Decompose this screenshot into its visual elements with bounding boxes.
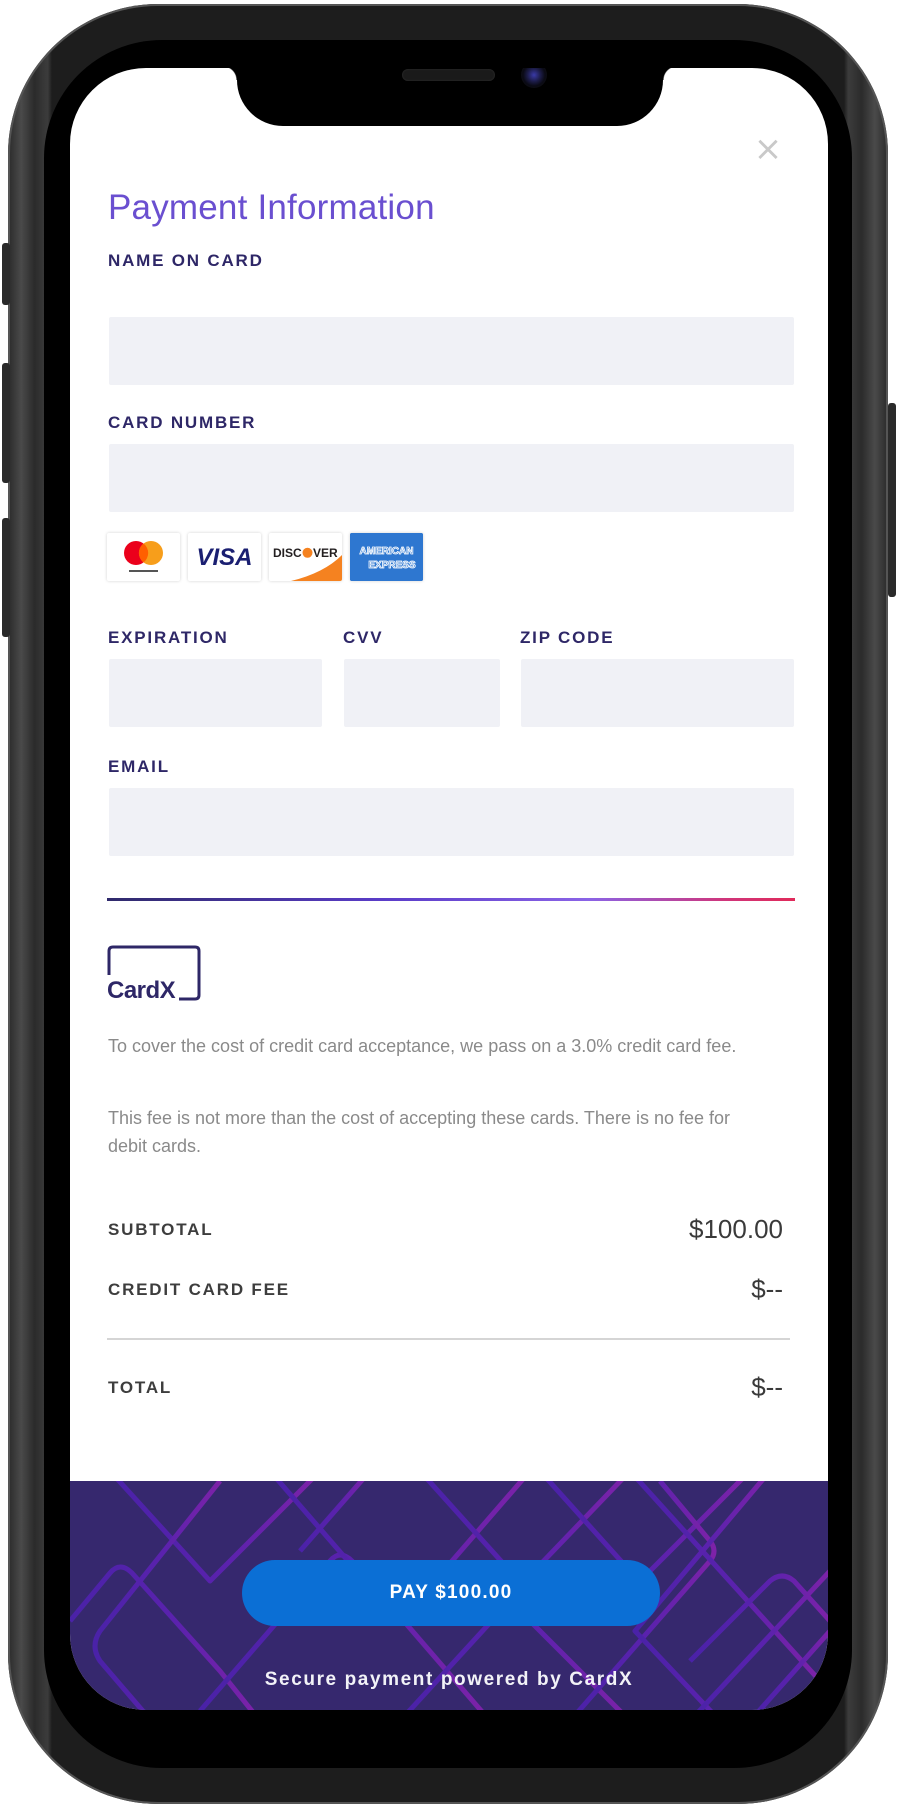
fee-disclaimer: To cover the cost of credit card accepta… bbox=[108, 1036, 737, 1056]
section-divider bbox=[107, 898, 795, 901]
credit-card-fee-value: $-- bbox=[751, 1274, 783, 1304]
expiration-field[interactable] bbox=[109, 659, 322, 727]
subtotal-label: SUBTOTAL bbox=[108, 1220, 214, 1239]
speaker-grille bbox=[402, 69, 495, 81]
amex-logo: AMERICAN EXPRESS bbox=[350, 533, 423, 581]
cvv-field[interactable] bbox=[344, 659, 500, 727]
name-on-card-label: NAME ON CARD bbox=[108, 251, 264, 270]
card-number-label: CARD NUMBER bbox=[108, 413, 257, 432]
mastercard-logo bbox=[107, 533, 180, 581]
phone-power-button bbox=[888, 403, 896, 597]
credit-card-fee-label: CREDIT CARD FEE bbox=[108, 1280, 290, 1299]
phone-notch bbox=[223, 68, 677, 126]
subtotal-value: $100.00 bbox=[689, 1214, 783, 1244]
debit-disclaimer: This fee is not more than the cost of ac… bbox=[108, 1108, 731, 1156]
zip-code-field[interactable] bbox=[521, 659, 794, 727]
discover-logo: DISC VER bbox=[269, 533, 342, 581]
card-number-field[interactable] bbox=[109, 444, 794, 512]
cardx-logo: CardX bbox=[107, 945, 202, 1004]
front-camera bbox=[521, 68, 547, 88]
phone-side-switch bbox=[2, 243, 10, 305]
powered-by-text: Secure payment powered by CardX bbox=[264, 1669, 634, 1690]
phone-volume-up bbox=[2, 363, 10, 483]
email-field[interactable] bbox=[109, 788, 794, 856]
email-label: EMAIL bbox=[108, 757, 170, 776]
total-label: TOTAL bbox=[108, 1378, 173, 1397]
svg-text:AMERICAN: AMERICAN bbox=[360, 546, 414, 557]
svg-text:DISC: DISC bbox=[273, 546, 302, 560]
payment-footer: PAY $100.00 Secure payment powered by Ca… bbox=[70, 1481, 828, 1710]
phone-volume-down bbox=[2, 518, 10, 637]
zip-code-label: ZIP CODE bbox=[520, 628, 615, 647]
total-value: $-- bbox=[751, 1372, 783, 1402]
cardx-logo-text: CardX bbox=[107, 977, 176, 1004]
svg-text:VER: VER bbox=[313, 546, 338, 560]
payment-screen: × Payment Information NAME ON CARD CARD … bbox=[70, 68, 828, 1710]
pay-button[interactable]: PAY $100.00 bbox=[242, 1560, 660, 1626]
cvv-label: CVV bbox=[343, 628, 384, 647]
name-on-card-field[interactable] bbox=[109, 317, 794, 385]
visa-logo: VISA bbox=[188, 533, 261, 581]
summary-divider bbox=[107, 1338, 790, 1340]
close-icon[interactable]: × bbox=[753, 132, 783, 166]
expiration-label: EXPIRATION bbox=[108, 628, 229, 647]
svg-text:EXPRESS: EXPRESS bbox=[368, 560, 416, 571]
page-title: Payment Information bbox=[108, 188, 435, 227]
svg-text:VISA: VISA bbox=[196, 544, 252, 571]
